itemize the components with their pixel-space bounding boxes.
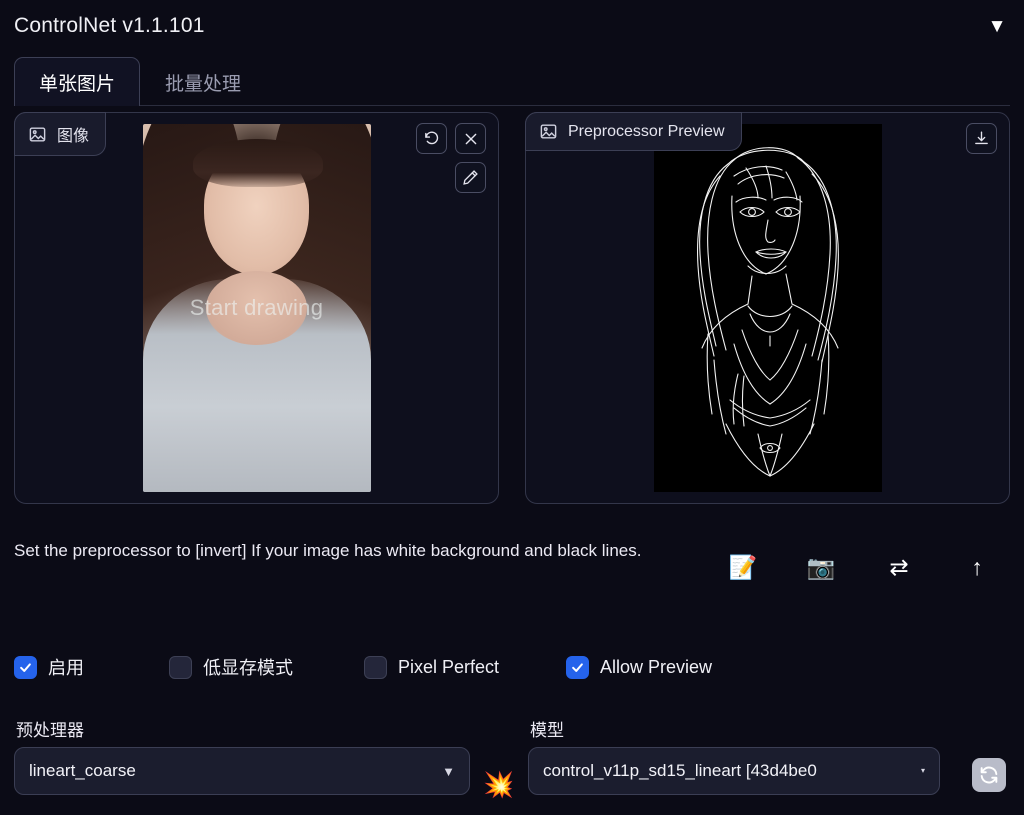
chevron-down-icon[interactable]: ▾ bbox=[921, 767, 925, 775]
checkbox-enable-box[interactable] bbox=[14, 655, 37, 679]
lineart-preview-image[interactable] bbox=[653, 124, 882, 492]
checkbox-low-vram-box[interactable] bbox=[169, 655, 192, 679]
draw-button[interactable] bbox=[455, 162, 486, 193]
checkbox-allow-preview-label: Allow Preview bbox=[600, 656, 713, 677]
tab-single-image-label: 单张图片 bbox=[39, 74, 116, 95]
download-icon bbox=[975, 131, 988, 145]
check-icon bbox=[20, 662, 31, 672]
lineart-drawing bbox=[696, 147, 839, 477]
undo-icon bbox=[425, 131, 439, 145]
preview-panel-label: Preprocessor Preview bbox=[568, 122, 725, 140]
check-icon bbox=[572, 662, 583, 672]
tab-single-image[interactable]: 单张图片 bbox=[14, 57, 141, 106]
checkbox-pixel-perfect-box[interactable] bbox=[364, 655, 387, 679]
tab-batch-process[interactable]: 批量处理 bbox=[140, 57, 266, 106]
run-preprocessor-container: 💥 bbox=[470, 716, 528, 808]
checkbox-low-vram-label: 低显存模式 bbox=[203, 658, 293, 678]
preview-panel[interactable]: Preprocessor Preview bbox=[525, 112, 1010, 504]
checkbox-enable-label: 启用 bbox=[48, 658, 84, 678]
hint-row: Set the preprocessor to [invert] If your… bbox=[14, 534, 1010, 614]
close-icon bbox=[465, 133, 476, 144]
swap-icon[interactable]: ⇄ bbox=[884, 556, 914, 579]
undo-button[interactable] bbox=[416, 123, 447, 154]
photo-hair bbox=[192, 138, 323, 187]
checkbox-low-vram[interactable]: 低显存模式 bbox=[169, 654, 364, 680]
image-panel-header: 图像 bbox=[14, 112, 107, 156]
options-row: 启用 低显存模式 Pixel Perfect Allow Preview bbox=[14, 648, 1010, 686]
download-button[interactable] bbox=[966, 123, 997, 154]
checkbox-pixel-perfect-label: Pixel Perfect bbox=[398, 656, 500, 677]
triangle-down-icon[interactable]: ▼ bbox=[984, 13, 1010, 39]
image-panel[interactable]: 图像 Start drawing bbox=[14, 112, 499, 504]
photo-chest bbox=[206, 271, 307, 345]
selector-row: 预处理器 lineart_coarse ▼ 💥 模型 control_v11p_… bbox=[14, 716, 1010, 808]
refresh-models-container bbox=[940, 716, 1010, 808]
clear-button[interactable] bbox=[455, 123, 486, 154]
preprocessor-hint-text: Set the preprocessor to [invert] If your… bbox=[14, 541, 642, 560]
preprocessor-select[interactable]: lineart_coarse ▼ bbox=[14, 747, 470, 795]
preprocessor-value: lineart_coarse bbox=[29, 761, 136, 780]
tab-batch-process-label: 批量处理 bbox=[165, 74, 242, 95]
checkbox-allow-preview-box[interactable] bbox=[566, 655, 589, 679]
open-new-canvas-icon[interactable]: 📝 bbox=[728, 556, 758, 579]
send-dimensions-icon[interactable]: ↑ bbox=[962, 556, 992, 579]
run-preprocessor-button[interactable]: 💥 bbox=[483, 773, 514, 798]
preprocessor-group: 预处理器 lineart_coarse ▼ bbox=[14, 716, 470, 808]
titlebar: ControlNet v1.1.101 ▼ bbox=[0, 0, 1024, 52]
source-image[interactable]: Start drawing bbox=[142, 124, 371, 492]
model-select[interactable]: control_v11p_sd15_lineart [43d4be0 ▾ bbox=[528, 747, 940, 795]
image-panel-label: 图像 bbox=[57, 128, 90, 145]
checkbox-allow-preview[interactable]: Allow Preview bbox=[566, 655, 713, 679]
checkbox-enable[interactable]: 启用 bbox=[14, 654, 169, 680]
preview-panel-header: Preprocessor Preview bbox=[525, 112, 742, 151]
image-icon bbox=[540, 124, 557, 139]
page-title: ControlNet v1.1.101 bbox=[14, 14, 205, 37]
chevron-down-icon[interactable]: ▼ bbox=[442, 765, 455, 778]
model-label: 模型 bbox=[530, 721, 564, 740]
refresh-models-button[interactable] bbox=[972, 758, 1006, 792]
pencil-icon bbox=[463, 170, 478, 185]
model-value: control_v11p_sd15_lineart [43d4be0 bbox=[543, 761, 817, 780]
camera-icon[interactable]: 📷 bbox=[806, 556, 836, 579]
image-icon bbox=[29, 126, 46, 142]
refresh-icon bbox=[980, 766, 998, 784]
model-group: 模型 control_v11p_sd15_lineart [43d4be0 ▾ bbox=[528, 716, 940, 808]
tab-bar: 单张图片 批量处理 bbox=[14, 57, 1010, 106]
image-panel-actions bbox=[416, 123, 486, 193]
preview-panel-body[interactable] bbox=[526, 113, 1009, 503]
preprocessor-label: 预处理器 bbox=[16, 721, 84, 740]
panels-row: 图像 Start drawing Preprocessor Preview bbox=[14, 112, 1010, 504]
checkbox-pixel-perfect[interactable]: Pixel Perfect bbox=[364, 655, 566, 679]
hint-icon-group: 📝 📷 ⇄ ↑ bbox=[728, 534, 1010, 579]
preview-panel-actions bbox=[966, 123, 997, 154]
